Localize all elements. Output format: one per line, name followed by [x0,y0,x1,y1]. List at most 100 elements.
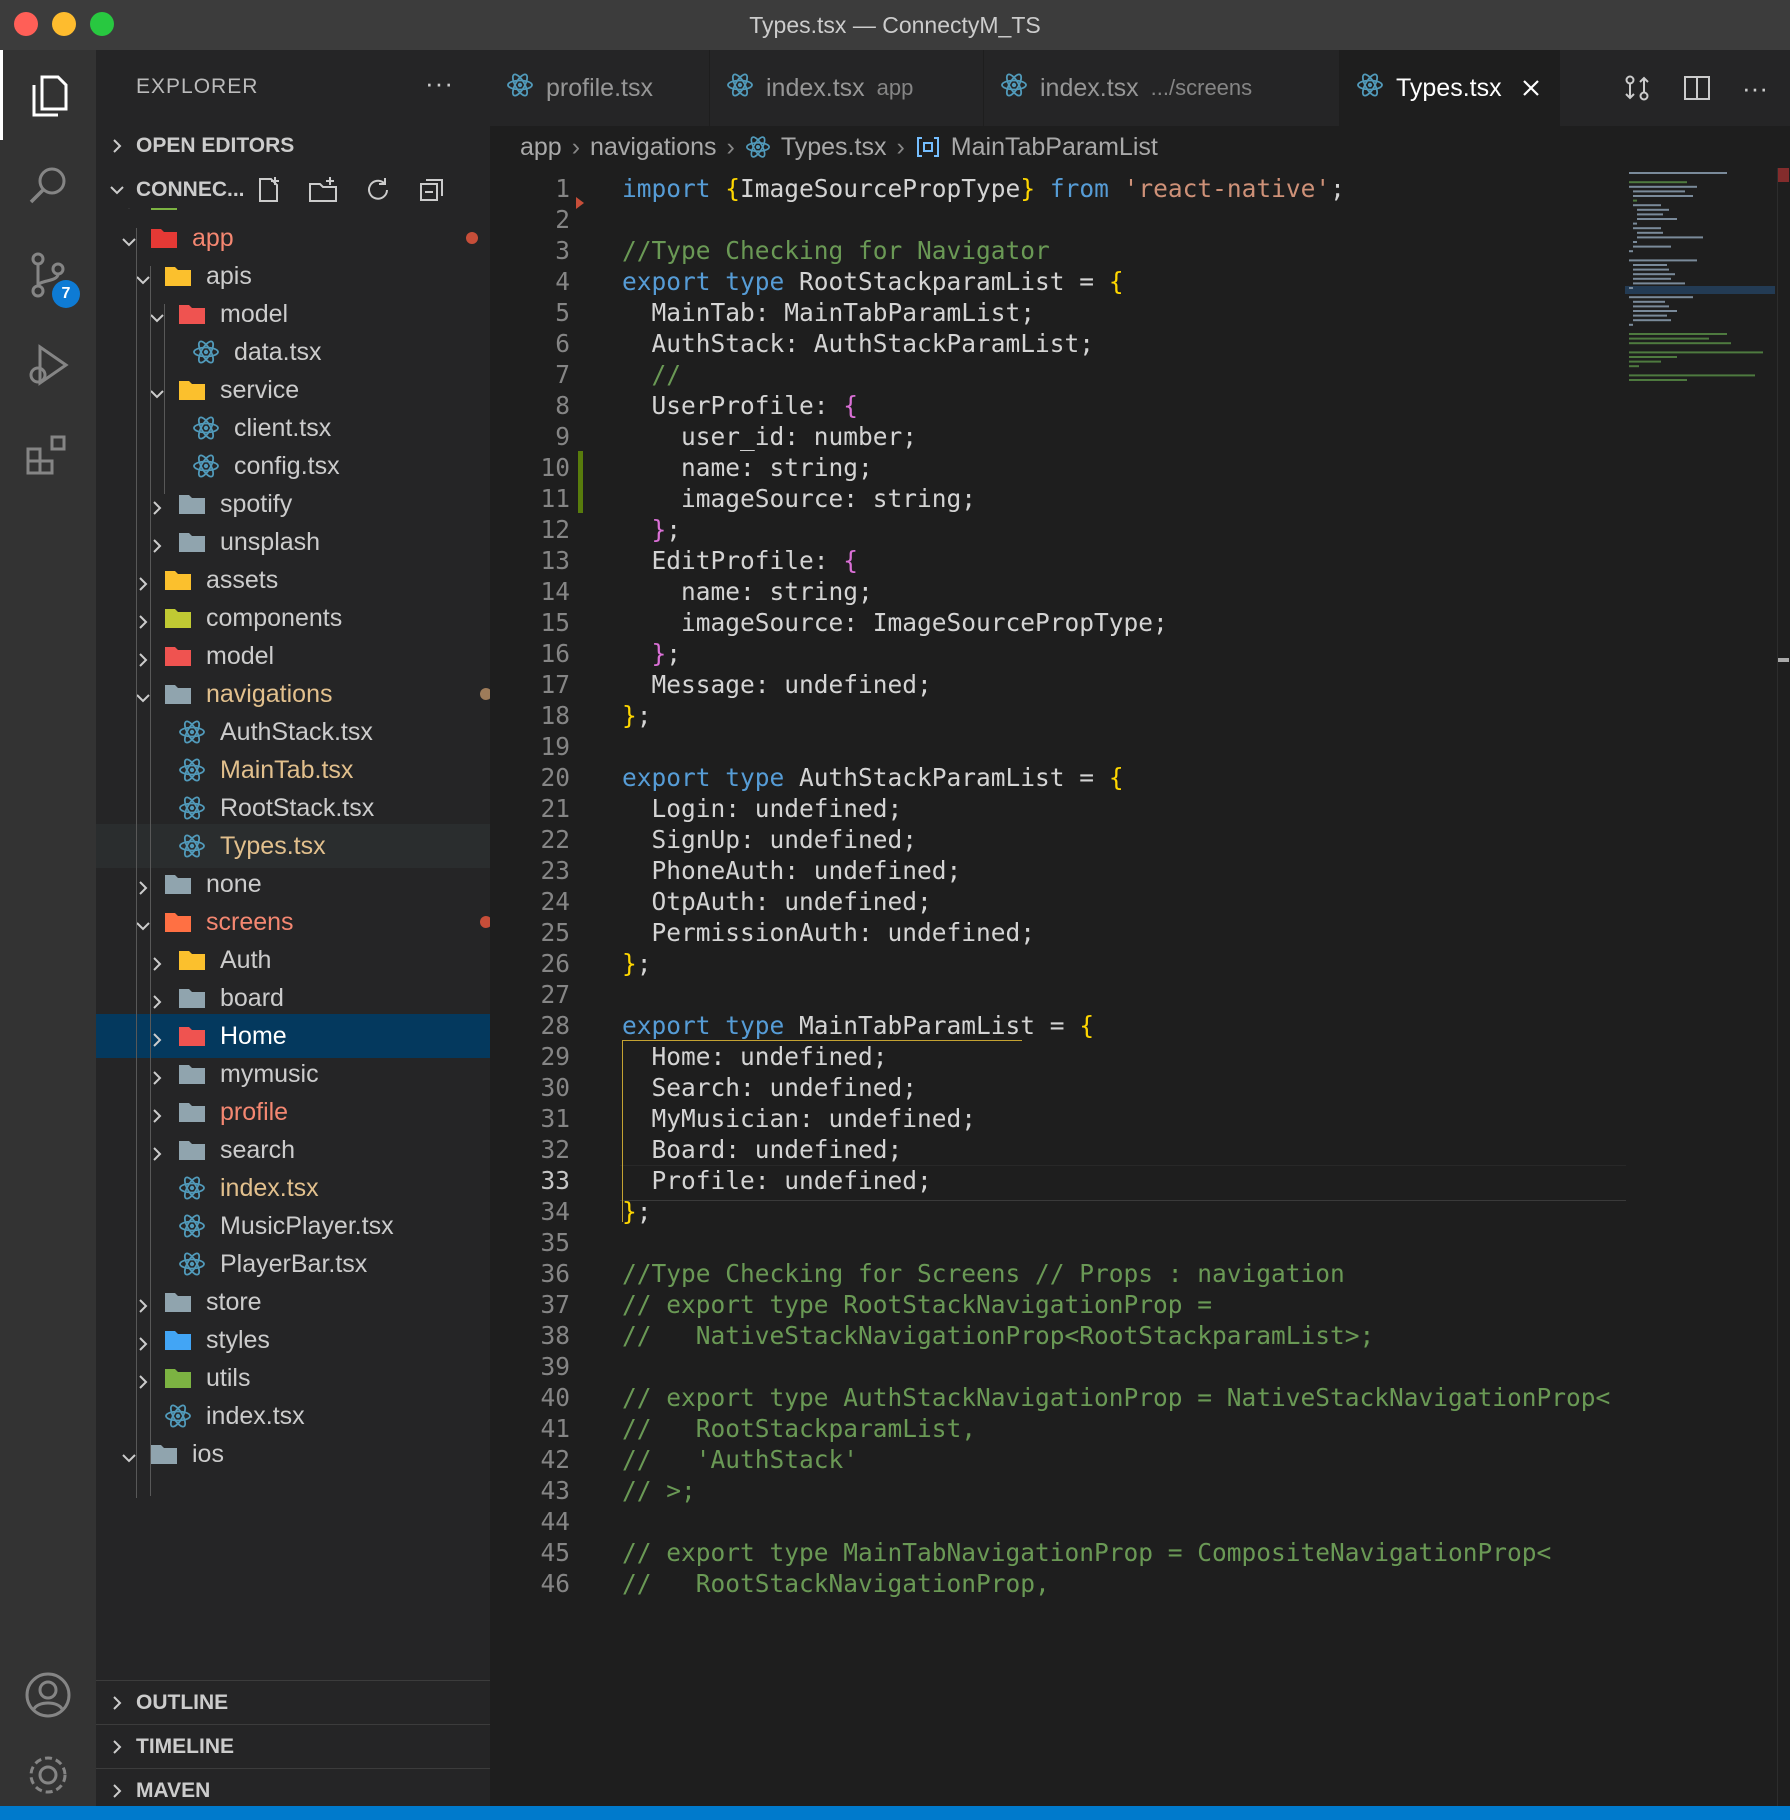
code-editor[interactable]: 1 import {ImageSourcePropType} from 'reac… [490,168,1790,1820]
code-text: // RootStackparamList, [622,1413,977,1443]
window-controls [14,12,114,36]
line-number: 46 [540,1568,570,1598]
tab-types-tsx[interactable]: Types.tsx [1340,50,1560,126]
breadcrumb-symbol[interactable]: MainTabParamList [951,133,1158,162]
minimap-line [1629,351,1763,354]
tree-folder[interactable]: ios [96,1432,490,1476]
breadcrumb-file[interactable]: Types.tsx [781,133,887,162]
line-number: 41 [540,1413,570,1443]
timeline-section[interactable]: TIMELINE [96,1724,490,1768]
search-icon[interactable] [0,140,96,230]
code-text: user_id: number; [622,421,918,451]
folder-icon [162,640,194,672]
tab-index-tsx-app[interactable]: index.tsx app [710,50,984,126]
new-file-icon[interactable] [256,176,282,204]
line-number: 1 [555,173,570,203]
minimap-line [1633,222,1637,225]
minimap-line [1637,208,1669,211]
line-number: 35 [540,1227,570,1257]
code-text: PermissionAuth: undefined; [622,917,1036,947]
more-actions-icon[interactable]: ··· [425,68,454,99]
folder-icon [176,1096,208,1128]
minimap-line [1633,190,1685,193]
folder-icon [176,298,208,330]
outline-label: OUTLINE [136,1690,229,1714]
open-editors-label: OPEN EDITORS [136,134,295,157]
minimap-line [1633,264,1667,266]
minimize-window-button[interactable] [52,12,76,36]
tab-index-tsx-screens[interactable]: index.tsx .../screens [984,50,1340,126]
code-text: Profile: undefined; [622,1165,932,1195]
minimap-line [1633,277,1671,280]
react-icon [1000,71,1028,106]
more-actions-icon[interactable]: ··· [1742,73,1768,104]
explorer-icon[interactable] [0,50,96,140]
code-text: }; [651,514,682,544]
source-control-icon[interactable]: 7 [0,230,96,320]
explorer-sidebar: EXPLORER ··· OPEN EDITORS CONNEC... andr… [96,50,490,1820]
code-text: Message: undefined; [622,669,932,699]
code-text: }; [651,638,682,668]
line-number: 22 [540,824,570,854]
line-number: 7 [555,359,570,389]
tab-label: profile.tsx [546,73,653,102]
open-editors-section[interactable]: OPEN EDITORS [96,124,490,168]
run-debug-icon[interactable] [0,320,96,410]
folder-icon [176,944,208,976]
tree-item-label: MusicPlayer.tsx [220,1211,394,1240]
folder-icon [176,526,208,558]
tab-description: app [876,75,914,100]
indent-guide [150,972,151,1272]
line-number: 10 [540,452,570,482]
close-tab-icon[interactable] [1520,77,1542,99]
minimap-line [1637,218,1677,220]
minimap-line [1629,374,1755,377]
tree-item-label: index.tsx [206,1401,305,1430]
collapse-all-icon[interactable] [418,176,446,204]
code-line[interactable]: 46 // RootStackNavigationProp, [490,1565,1625,1601]
line-number: 44 [540,1506,570,1536]
minimap[interactable] [1625,168,1775,428]
editor-tabs: profile.tsx index.tsx app index.tsx .../… [490,50,1790,126]
refresh-icon[interactable] [364,176,392,204]
folder-icon [162,602,194,634]
minimap-line [1637,236,1703,239]
breadcrumb-navigations[interactable]: navigations [590,133,716,162]
compare-changes-icon[interactable] [1622,73,1652,103]
indent-guide [164,418,165,494]
split-editor-icon[interactable] [1682,73,1712,103]
tree-item-label: MainTab.tsx [220,755,354,784]
code-text: MainTab: MainTabParamList; [622,297,1036,327]
modified-dot [466,232,478,244]
accounts-icon[interactable] [0,1650,96,1740]
code-text: }; [622,700,652,730]
line-number: 12 [540,514,570,544]
close-window-button[interactable] [14,12,38,36]
react-icon [745,134,771,160]
modified-dot [480,916,490,928]
extensions-icon[interactable] [0,410,96,500]
code-text: // [622,359,682,389]
indent-guide [164,304,165,424]
tab-profile-tsx[interactable]: profile.tsx [490,50,710,126]
tree-item-label: store [206,1287,262,1316]
code-text: SignUp: undefined; [622,824,918,854]
minimap-line [1629,181,1687,184]
line-number: 9 [555,421,570,451]
minimap-line [1633,300,1665,303]
outline-section[interactable]: OUTLINE [96,1680,490,1724]
tab-label: index.tsx [766,73,865,102]
title-bar: Types.tsx — ConnectyM_TS [0,0,1790,50]
breadcrumb-app[interactable]: app [520,133,562,162]
zoom-window-button[interactable] [90,12,114,36]
new-folder-icon[interactable] [308,176,338,204]
vertical-scrollbar[interactable] [1777,168,1790,1820]
line-number: 32 [540,1134,570,1164]
maven-label: MAVEN [136,1778,211,1802]
minimap-line [1633,199,1637,202]
tree-item-label: search [220,1135,296,1164]
code-text: }; [622,948,652,978]
workspace-section[interactable]: CONNEC... [96,168,490,212]
react-icon [190,336,222,368]
line-number: 29 [540,1041,570,1071]
